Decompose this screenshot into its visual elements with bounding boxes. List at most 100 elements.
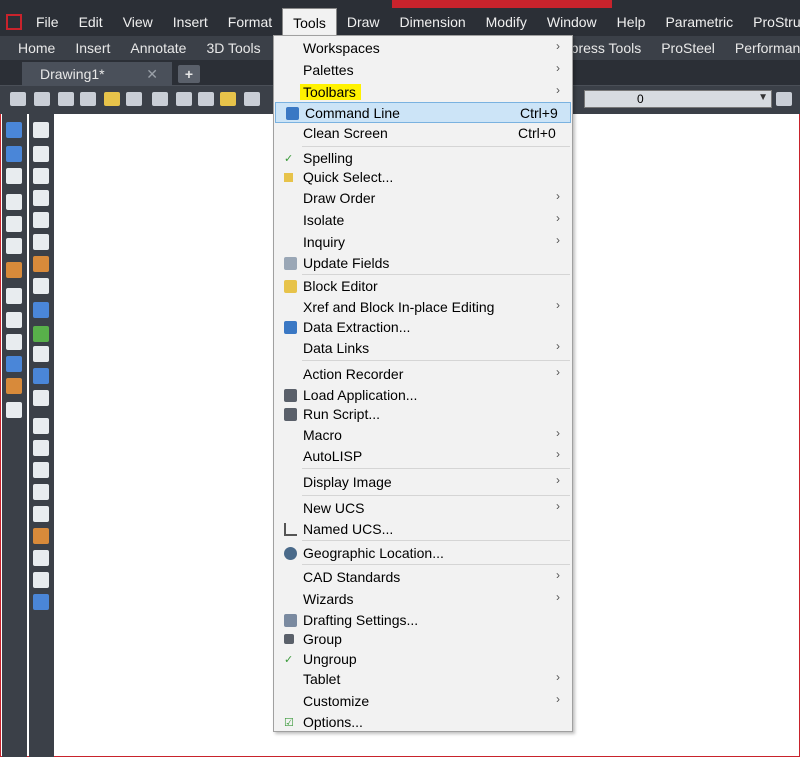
menu-parametric[interactable]: Parametric [655, 8, 743, 36]
layer-state-icon[interactable] [34, 92, 50, 106]
close-icon[interactable]: ✕ [146, 62, 158, 86]
menu-item-wizards[interactable]: Wizards › [274, 589, 572, 610]
render-icon[interactable] [6, 356, 22, 372]
material-icon[interactable] [6, 378, 22, 394]
menu-draw[interactable]: Draw [337, 8, 390, 36]
rectangle-icon[interactable] [33, 234, 49, 250]
layer-lock-icon[interactable] [198, 92, 214, 106]
orbit-icon[interactable] [6, 312, 22, 328]
menu-item-command-line[interactable]: Command Line Ctrl+9 [275, 102, 571, 123]
menu-item-data-links[interactable]: Data Links › [274, 338, 572, 359]
text-style-icon[interactable] [6, 194, 22, 210]
ellipse-arc-icon[interactable] [33, 212, 49, 228]
menu-help[interactable]: Help [607, 8, 656, 36]
menu-item-xref-block-editing[interactable]: Xref and Block In-place Editing › [274, 297, 572, 318]
ribbon-tab-express-tools[interactable]: press Tools [561, 36, 652, 60]
text-edit-icon[interactable] [33, 346, 49, 362]
spline-icon[interactable] [33, 168, 49, 184]
view-icon[interactable] [6, 288, 22, 304]
menu-dimension[interactable]: Dimension [390, 8, 476, 36]
menu-item-run-script[interactable]: Run Script... [274, 404, 572, 425]
ribbon-tab-3d-tools[interactable]: 3D Tools [196, 36, 270, 60]
menu-item-draw-order[interactable]: Draw Order › [274, 188, 572, 209]
menu-view[interactable]: View [113, 8, 163, 36]
menu-item-load-application[interactable]: Load Application... [274, 385, 572, 406]
text-icon[interactable] [33, 390, 49, 406]
menu-item-geographic-location[interactable]: Geographic Location... [274, 543, 572, 564]
menu-item-toolbars[interactable]: Toolbars › [274, 82, 572, 103]
sphere-icon[interactable] [6, 334, 22, 350]
menu-window[interactable]: Window [537, 8, 607, 36]
row-icon[interactable] [33, 440, 49, 456]
layer-off-icon[interactable] [152, 92, 168, 106]
layer-dropdown[interactable]: 0 ▼ [584, 90, 772, 108]
table-style-icon[interactable] [6, 238, 22, 254]
ribbon-tab-insert[interactable]: Insert [65, 36, 120, 60]
menu-tools[interactable]: Tools [282, 8, 337, 36]
data-link-icon[interactable] [33, 594, 49, 610]
insert-block-icon[interactable] [33, 256, 49, 272]
app-menu-icon[interactable] [6, 14, 22, 30]
menu-modify[interactable]: Modify [476, 8, 537, 36]
mtext-icon[interactable] [33, 368, 49, 384]
layer-toolbar-icon[interactable] [776, 92, 792, 106]
layer-freeze-icon[interactable] [176, 92, 192, 106]
menu-item-display-image[interactable]: Display Image › [274, 472, 572, 493]
menu-item-isolate[interactable]: Isolate › [274, 210, 572, 231]
menu-item-drafting-settings[interactable]: Drafting Settings... [274, 610, 572, 631]
ribbon-tab-prosteel[interactable]: ProSteel [651, 36, 725, 60]
menu-item-data-extraction[interactable]: Data Extraction... [274, 317, 572, 338]
menu-item-block-editor[interactable]: Block Editor [274, 276, 572, 297]
menu-item-autolisp[interactable]: AutoLISP › [274, 446, 572, 467]
menu-item-group[interactable]: Group [274, 629, 572, 650]
grid-icon[interactable] [6, 168, 22, 184]
table-icon[interactable] [33, 572, 49, 588]
menu-item-workspaces[interactable]: Workspaces › [274, 38, 572, 59]
menu-item-ungroup[interactable]: ✓ Ungroup [274, 649, 572, 670]
menu-item-cad-standards[interactable]: CAD Standards › [274, 567, 572, 588]
cell-style-icon[interactable] [33, 550, 49, 566]
menu-item-macro[interactable]: Macro › [274, 425, 572, 446]
spell-check-icon[interactable] [33, 326, 49, 342]
revision-cloud-icon[interactable] [33, 146, 49, 162]
menu-item-customize[interactable]: Customize › [274, 691, 572, 712]
menu-item-spelling[interactable]: ✓ Spelling [274, 148, 572, 169]
new-tab-button[interactable]: + [178, 65, 200, 83]
dimension-style-icon[interactable] [6, 216, 22, 232]
cell-border-icon[interactable] [33, 528, 49, 544]
match-properties-icon[interactable] [6, 262, 22, 278]
dimension-icon[interactable] [244, 92, 260, 106]
menu-item-inquiry[interactable]: Inquiry › [274, 232, 572, 253]
menu-item-update-fields[interactable]: Update Fields [274, 253, 572, 274]
layer-unisolate-icon[interactable] [80, 92, 96, 106]
layer-unlock-icon[interactable] [220, 92, 236, 106]
ellipse-icon[interactable] [33, 190, 49, 206]
layer-properties-icon[interactable] [10, 92, 26, 106]
menu-item-tablet[interactable]: Tablet › [274, 669, 572, 690]
cell-icon[interactable] [33, 506, 49, 522]
menu-prostructure[interactable]: ProStructure [743, 8, 800, 36]
layer-walk-icon[interactable] [104, 92, 120, 106]
menu-edit[interactable]: Edit [69, 8, 113, 36]
zoom-icon[interactable] [33, 302, 49, 318]
merge-cells-icon[interactable] [33, 484, 49, 500]
ribbon-tab-home[interactable]: Home [8, 36, 65, 60]
menu-item-options[interactable]: ☑ Options... [274, 712, 572, 733]
menu-item-new-ucs[interactable]: New UCS › [274, 498, 572, 519]
properties-icon[interactable] [6, 122, 22, 138]
rows-icon[interactable] [33, 462, 49, 478]
menu-item-clean-screen[interactable]: Clean Screen Ctrl+0 [274, 123, 572, 144]
menu-file[interactable]: File [26, 8, 69, 36]
document-tab[interactable]: Drawing1* ✕ [22, 62, 172, 86]
column-icon[interactable] [33, 418, 49, 434]
layer-isolate-icon[interactable] [58, 92, 74, 106]
menu-item-named-ucs[interactable]: Named UCS... [274, 519, 572, 540]
render-settings-icon[interactable] [6, 402, 22, 418]
ribbon-tab-performance[interactable]: Performan [725, 36, 800, 60]
line-icon[interactable] [33, 278, 49, 294]
layer-match-icon[interactable] [126, 92, 142, 106]
menu-item-palettes[interactable]: Palettes › [274, 60, 572, 81]
menu-item-action-recorder[interactable]: Action Recorder › [274, 364, 572, 385]
ribbon-tab-annotate[interactable]: Annotate [120, 36, 196, 60]
menu-format[interactable]: Format [218, 8, 282, 36]
